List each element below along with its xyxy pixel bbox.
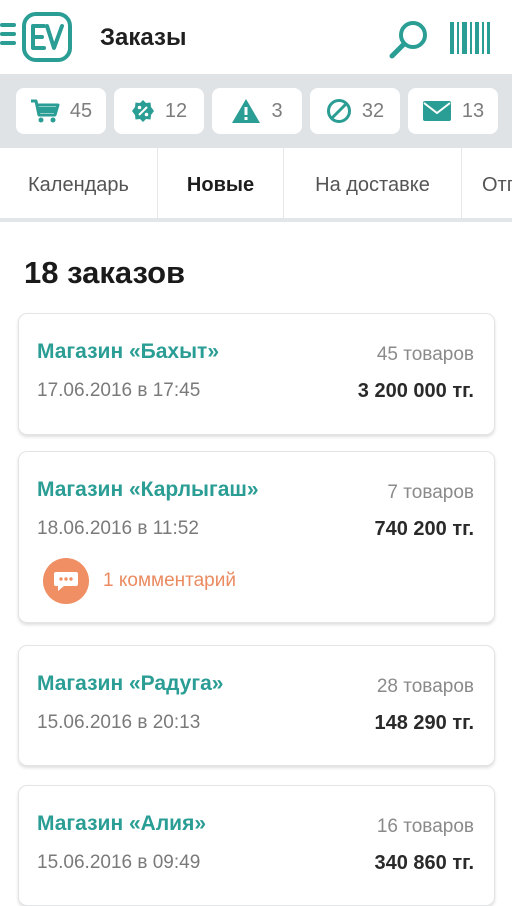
shop-name: Магазин «Бахыт» [37,340,220,363]
shop-name: Магазин «Алия» [37,812,207,835]
cart-icon [30,99,60,123]
comment-icon [43,558,89,604]
order-card[interactable]: Магазин «Карлыгаш» 7 товаров 18.06.2016 … [18,451,495,623]
comment-count: 1 комментарий [103,570,236,591]
counter-value: 13 [461,99,485,122]
tab-calendar[interactable]: Календарь [0,148,158,218]
counter-cancelled[interactable]: 32 [310,88,400,134]
item-count: 45 товаров [376,344,474,365]
order-card[interactable]: Магазин «Алия» 16 товаров 15.06.2016 в 0… [18,785,495,906]
cancel-icon [326,99,351,123]
barcode-icon[interactable] [449,22,491,54]
order-total: 3 200 000 тг. [357,380,474,402]
tab-delivery[interactable]: На доставке [284,148,462,218]
tab-label: Отг [482,173,512,196]
counter-discount[interactable]: 12 [114,88,204,134]
counter-value: 12 [164,99,188,122]
item-count: 16 товаров [376,816,474,837]
counter-value: 32 [361,99,385,122]
order-total: 340 860 тг. [374,852,474,874]
warning-icon [232,99,261,123]
app-logo [22,12,72,62]
order-total: 740 200 тг. [374,518,474,540]
tab-label: Календарь [28,173,129,196]
tab-label: Новые [186,173,255,196]
item-count: 7 товаров [387,482,474,503]
tab-label: На доставке [315,173,430,196]
page-title: Заказы [100,24,187,51]
counter-warning[interactable]: 3 [212,88,302,134]
counter-value: 45 [69,99,93,122]
counter-cart[interactable]: 45 [16,88,106,134]
comment-link[interactable]: 1 комментарий [43,558,236,604]
order-date: 15.06.2016 в 09:49 [37,852,201,873]
envelope-icon [422,101,451,121]
order-date: 17.06.2016 в 17:45 [37,380,201,401]
order-total: 148 290 тг. [374,712,474,734]
menu-icon[interactable] [0,23,16,49]
app-header: Заказы [0,0,512,74]
search-icon[interactable] [388,18,430,60]
counter-value: 3 [271,99,283,122]
item-count: 28 товаров [376,676,474,697]
order-date: 18.06.2016 в 11:52 [37,518,199,539]
status-counters-bar: 45 12 3 32 13 [0,74,512,148]
order-card[interactable]: Магазин «Бахыт» 45 товаров 17.06.2016 в … [18,313,495,435]
counter-messages[interactable]: 13 [408,88,498,134]
shop-name: Магазин «Радуга» [37,672,224,695]
tab-new[interactable]: Новые [158,148,284,218]
percent-badge-icon [131,100,154,122]
shop-name: Магазин «Карлыгаш» [37,478,259,501]
tab-shipped[interactable]: Отг [462,148,512,218]
orders-count-heading: 18 заказов [24,255,186,290]
order-date: 15.06.2016 в 20:13 [37,712,201,733]
order-card[interactable]: Магазин «Радуга» 28 товаров 15.06.2016 в… [18,645,495,766]
tab-bar: Календарь Новые На доставке Отг [0,148,512,222]
